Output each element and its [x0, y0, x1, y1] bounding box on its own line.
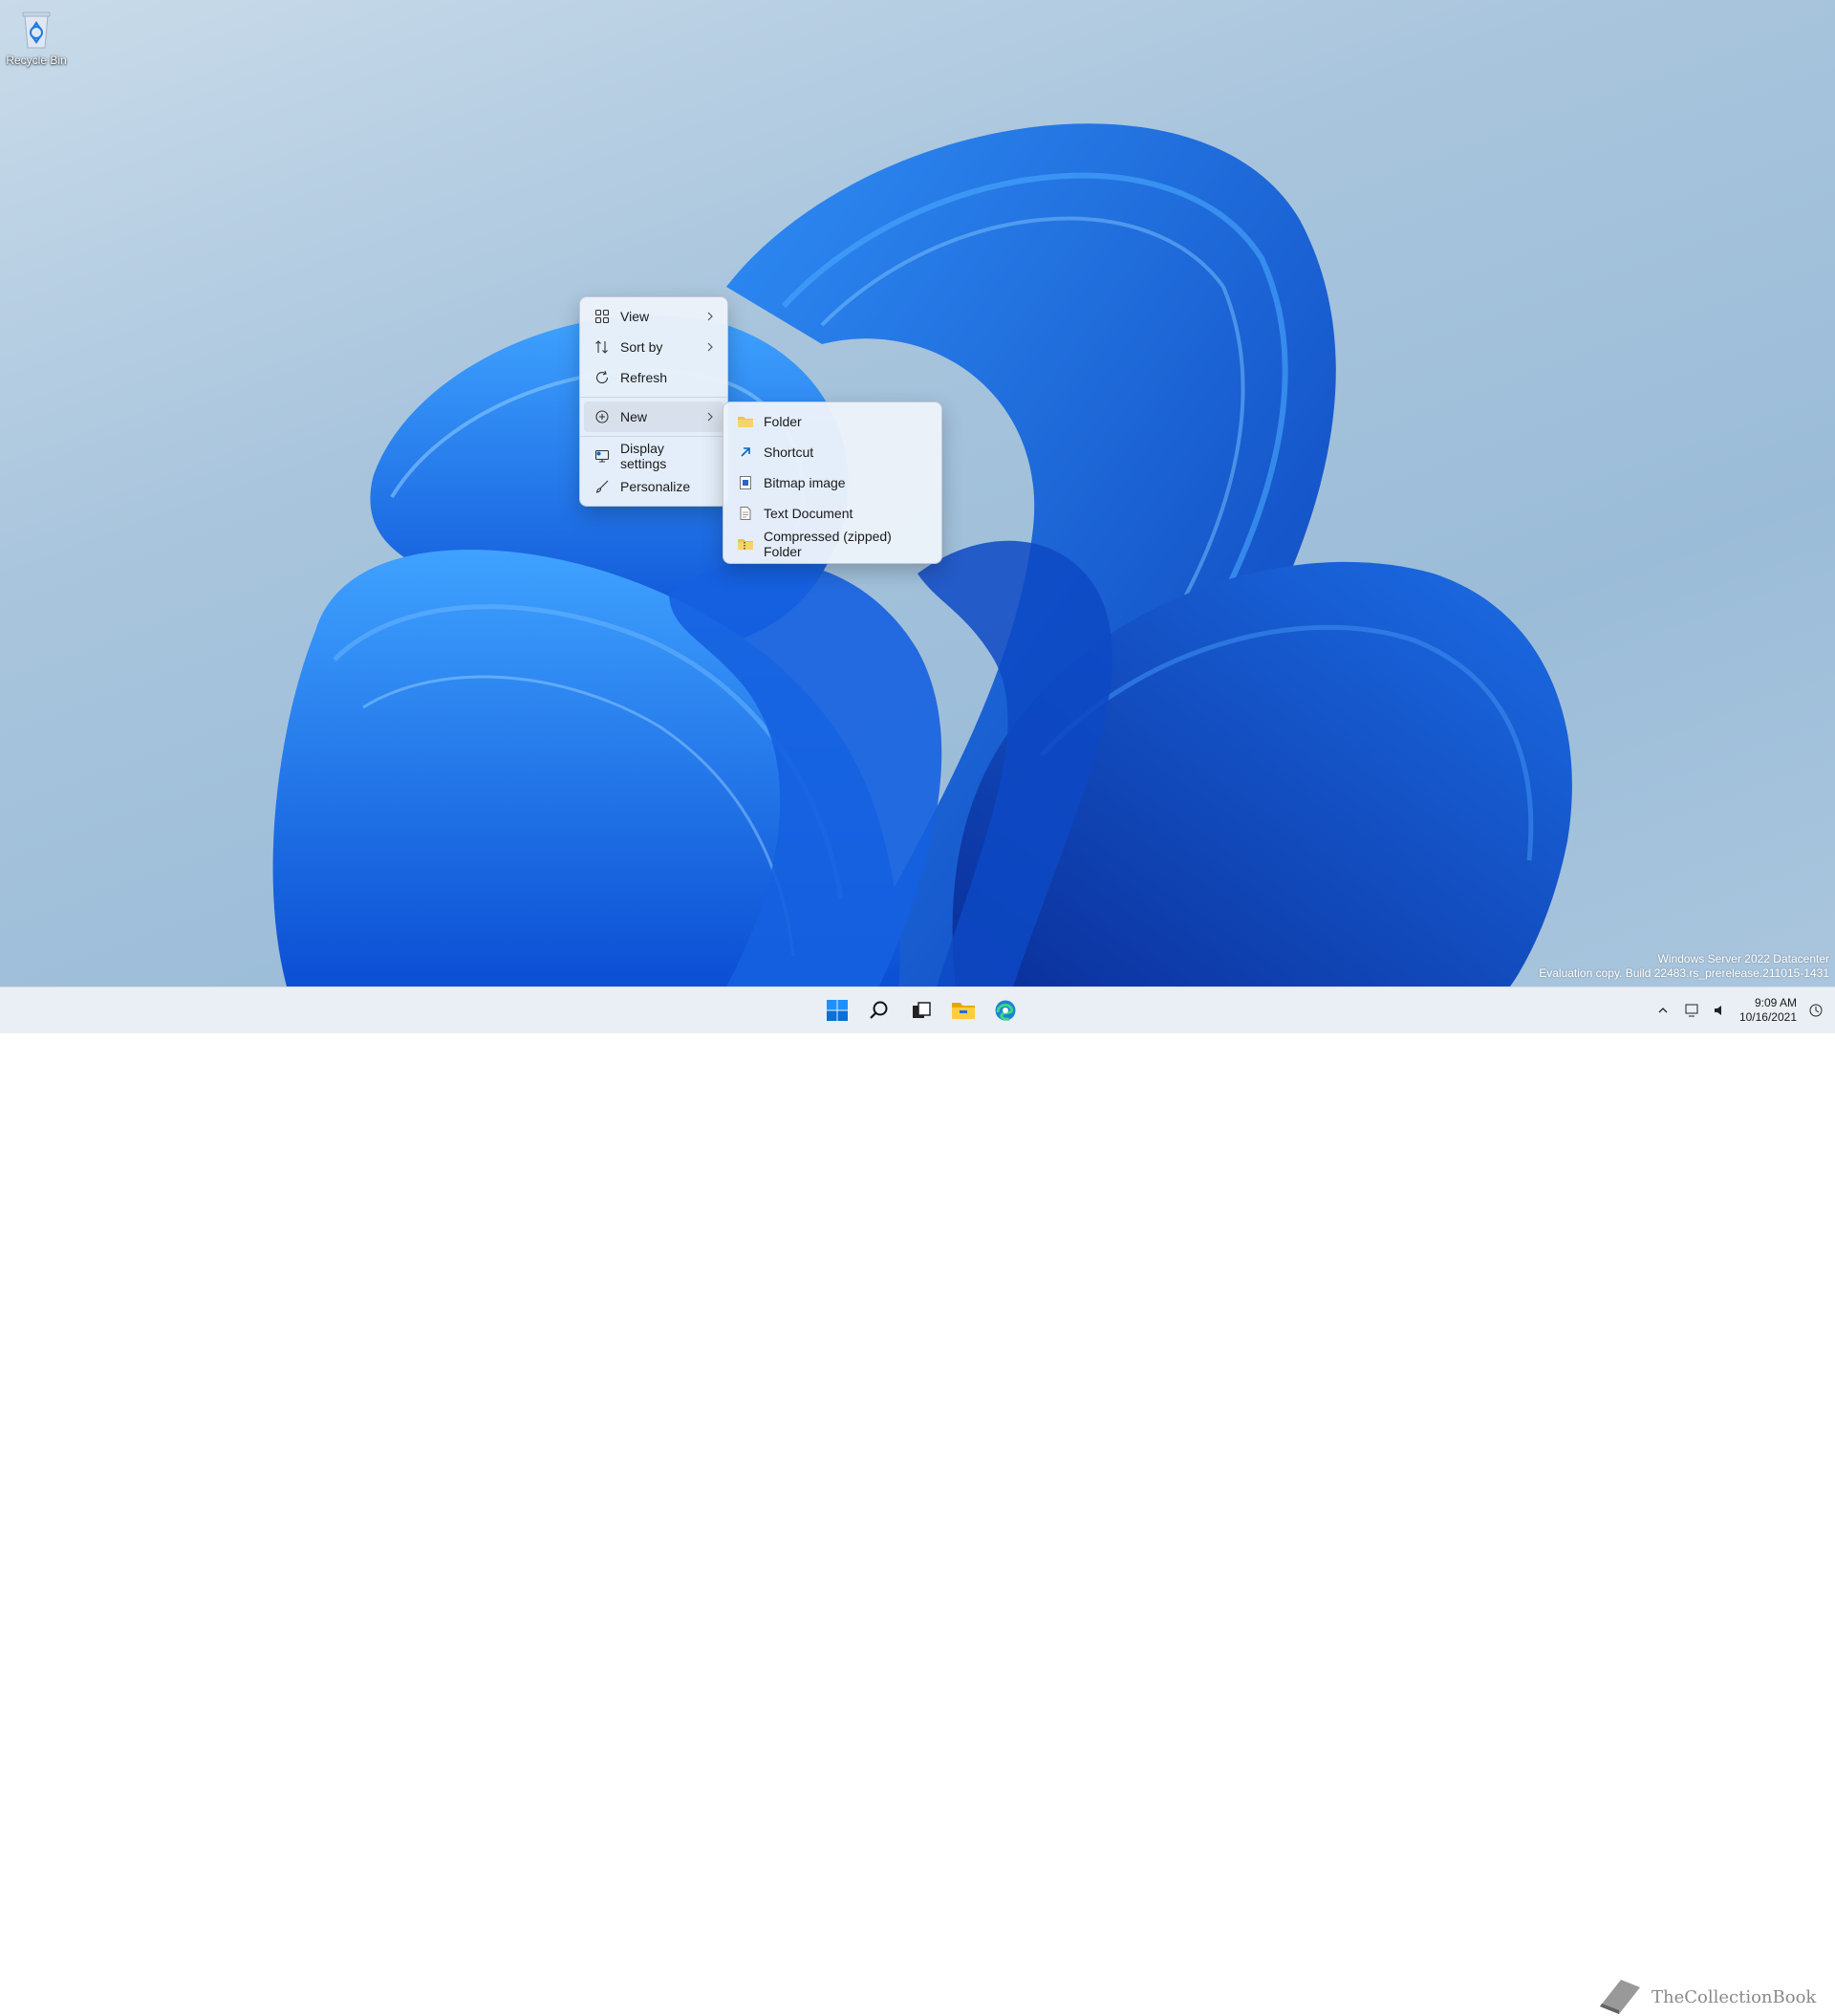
shortcut-arrow-icon	[737, 444, 754, 461]
zip-folder-icon	[737, 535, 754, 553]
bitmap-image-icon	[737, 474, 754, 491]
desktop-icon-label: Recycle Bin	[6, 54, 67, 67]
desktop-icon-recycle-bin[interactable]: Recycle Bin	[4, 8, 69, 67]
submenu-item-compressed-folder[interactable]: Compressed (zipped) Folder	[727, 529, 938, 559]
edge-browser-button[interactable]	[986, 993, 1025, 1028]
volume-icon	[1714, 1006, 1721, 1015]
menu-item-display-settings[interactable]: Display settings	[584, 441, 723, 471]
chevron-right-icon	[707, 412, 713, 422]
network-icon	[1685, 1004, 1698, 1017]
taskbar-apps	[818, 993, 1025, 1028]
brand-text: TheCollectionBook	[1652, 1986, 1817, 2007]
submenu-item-label: Bitmap image	[764, 475, 846, 490]
submenu-item-label: Text Document	[764, 506, 853, 521]
taskbar: TheCollectionBook 9:09 AM 10/16/2021	[0, 986, 1835, 2014]
menu-separator	[580, 397, 727, 398]
menu-item-refresh[interactable]: Refresh	[584, 362, 723, 393]
watermark-brand: TheCollectionBook	[1594, 1978, 1816, 2016]
new-plus-icon	[594, 408, 611, 425]
clock-date: 10/16/2021	[1738, 1010, 1797, 1024]
text-document-icon	[737, 505, 754, 522]
submenu-item-label: Folder	[764, 414, 802, 429]
watermark-build: Evaluation copy. Build 22483.rs_prerelea…	[1539, 966, 1829, 980]
notification-bell-icon	[1809, 1004, 1823, 1017]
folder-icon	[737, 413, 754, 430]
volume-button[interactable]	[1711, 1001, 1730, 1020]
search-icon	[870, 1001, 888, 1019]
new-submenu: Folder Shortcut Bitmap image Text Docume…	[723, 401, 942, 564]
taskbar-clock[interactable]: 9:09 AM 10/16/2021	[1739, 996, 1797, 1025]
view-grid-icon	[594, 308, 611, 325]
personalize-brush-icon	[594, 478, 611, 495]
system-tray: 9:09 AM 10/16/2021	[1653, 987, 1825, 1033]
submenu-item-label: Compressed (zipped) Folder	[764, 529, 892, 559]
search-button[interactable]	[860, 993, 898, 1028]
desktop-context-menu: View Sort by Refresh New Display setting…	[579, 296, 728, 507]
task-view-icon	[913, 1002, 931, 1018]
menu-item-label: New	[620, 409, 648, 424]
submenu-item-shortcut[interactable]: Shortcut	[727, 437, 938, 467]
start-button[interactable]	[818, 993, 856, 1028]
display-settings-icon	[594, 447, 611, 465]
menu-item-label: View	[620, 309, 650, 324]
menu-item-sort-by[interactable]: Sort by	[584, 332, 723, 362]
file-explorer-icon	[952, 1003, 975, 1019]
submenu-item-bitmap-image[interactable]: Bitmap image	[727, 467, 938, 498]
menu-item-personalize[interactable]: Personalize	[584, 471, 723, 502]
submenu-item-label: Shortcut	[764, 444, 814, 460]
start-icon	[827, 1000, 848, 1021]
refresh-icon	[594, 369, 611, 386]
submenu-item-text-document[interactable]: Text Document	[727, 498, 938, 529]
chevron-right-icon	[707, 342, 713, 352]
menu-item-view[interactable]: View	[584, 301, 723, 332]
desktop[interactable]: Recycle Bin View Sort by Refresh New Dis…	[0, 0, 1835, 986]
book-logo-icon	[1600, 1980, 1640, 2014]
clock-time: 9:09 AM	[1754, 996, 1797, 1009]
chevron-right-icon	[707, 312, 713, 321]
sort-icon	[594, 338, 611, 356]
file-explorer-button[interactable]	[944, 993, 982, 1028]
chevron-up-icon	[1658, 1008, 1668, 1013]
submenu-item-folder[interactable]: Folder	[727, 406, 938, 437]
recycle-bin-icon	[22, 11, 51, 49]
menu-item-label: Sort by	[620, 339, 663, 355]
edge-icon	[995, 1000, 1016, 1021]
notifications-button[interactable]	[1806, 1001, 1825, 1020]
watermark-edition: Windows Server 2022 Datacenter	[1657, 952, 1829, 965]
evaluation-watermark: Windows Server 2022 Datacenter Evaluatio…	[1539, 952, 1829, 981]
menu-item-new[interactable]: New	[584, 401, 723, 432]
menu-item-label: Display settings	[620, 441, 667, 471]
network-button[interactable]	[1682, 1001, 1701, 1020]
show-hidden-icons-button[interactable]	[1653, 1001, 1673, 1020]
menu-item-label: Personalize	[620, 479, 691, 494]
menu-item-label: Refresh	[620, 370, 668, 385]
menu-separator	[580, 436, 727, 437]
task-view-button[interactable]	[902, 993, 940, 1028]
